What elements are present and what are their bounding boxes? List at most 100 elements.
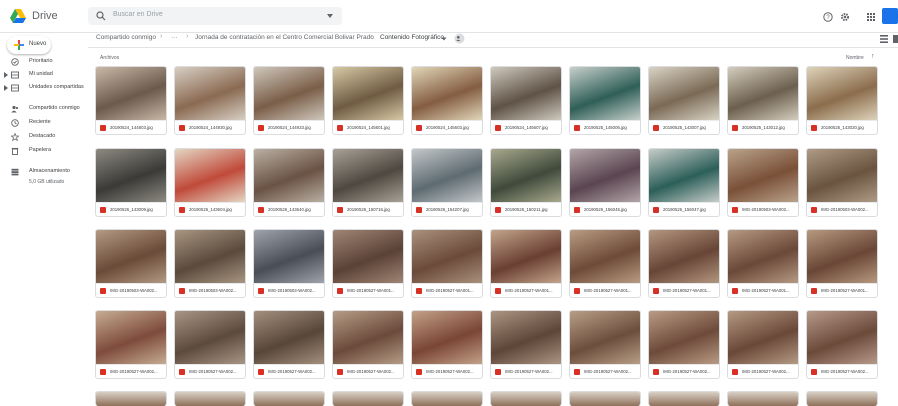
expand-caret-icon[interactable]	[4, 85, 8, 91]
breadcrumb-shared-with-me[interactable]: Compartido conmigo	[96, 34, 156, 41]
photo-thumbnail	[254, 392, 324, 406]
chevron-down-icon[interactable]	[441, 36, 447, 42]
file-tile[interactable]: IMG-20190527-WA002...	[648, 310, 720, 379]
shared-folder-icon[interactable]	[454, 33, 465, 44]
file-caption: IMG-20190527-WA001...	[807, 283, 877, 297]
file-tile[interactable]	[490, 391, 562, 406]
photo-thumbnail	[570, 67, 640, 120]
file-tile[interactable]: IMG-20190527-WA001...	[490, 229, 562, 298]
file-caption: 20190526_143009.jpg	[96, 202, 166, 216]
sidebar-item-priority[interactable]: Prioritario	[0, 56, 88, 68]
file-tile[interactable]: 20190524_145603.jpg	[411, 66, 483, 135]
file-tile[interactable]	[648, 391, 720, 406]
info-icon[interactable]	[893, 35, 898, 43]
help-icon[interactable]: ?	[823, 12, 833, 22]
file-name: 20190524_145607.jpg	[505, 125, 548, 130]
file-tile[interactable]	[727, 391, 799, 406]
file-tile[interactable]: IMG-20190527-WA002...	[95, 310, 167, 379]
file-tile[interactable]: IMG-20190527-WA002...	[727, 310, 799, 379]
file-tile[interactable]: 20190526_150716.jpg	[332, 148, 404, 217]
search-icon[interactable]	[96, 11, 106, 21]
file-name: 20190526_143640.jpg	[268, 207, 311, 212]
file-tile[interactable]: IMG-20190527-WA002...	[411, 310, 483, 379]
file-tile[interactable]: IMG-20190527-WA002...	[174, 310, 246, 379]
file-tile[interactable]: 20190525_143007.jpg	[648, 66, 720, 135]
sort-direction-icon[interactable]: ↑	[871, 53, 875, 60]
sidebar-item-recent[interactable]: Reciente	[0, 117, 88, 129]
file-tile[interactable]: 20190526_143604.jpg	[174, 148, 246, 217]
expand-caret-icon[interactable]	[4, 72, 8, 78]
photo-thumbnail	[96, 311, 166, 364]
file-tile[interactable]: 20190525_145006.jpg	[569, 66, 641, 135]
file-tile[interactable]: 20190525_143020.jpg	[806, 66, 878, 135]
file-caption: IMG-20190503-WA002...	[728, 202, 798, 216]
file-tile[interactable]: 20190526_143640.jpg	[253, 148, 325, 217]
search-input[interactable]: Buscar en Drive	[113, 11, 163, 18]
file-tile[interactable]	[806, 391, 878, 406]
sidebar-item-shared-with-me[interactable]: Compartido conmigo	[0, 103, 88, 115]
file-tile[interactable]: 20190524_145607.jpg	[490, 66, 562, 135]
file-tile[interactable]: IMG-20190503-WA002...	[806, 148, 878, 217]
file-tile[interactable]: IMG-20190527-WA001...	[727, 229, 799, 298]
file-tile[interactable]: 20190524_144930.jpg	[174, 66, 246, 135]
sidebar-item-my-drive[interactable]: Mi unidad	[0, 69, 88, 81]
search-options-icon[interactable]	[326, 12, 334, 20]
image-file-icon	[337, 125, 343, 131]
apps-grid-icon[interactable]	[866, 12, 876, 22]
sidebar-item-starred[interactable]: Destacado	[0, 131, 88, 143]
file-tile[interactable]: 20190526_143009.jpg	[95, 148, 167, 217]
file-tile[interactable]: 20190524_144803.jpg	[95, 66, 167, 135]
search-bar[interactable]: Buscar en Drive	[88, 7, 342, 25]
file-tile[interactable]: IMG-20190503-WA002...	[174, 229, 246, 298]
file-tile[interactable]: 20190526_156045.jpg	[569, 148, 641, 217]
file-tile[interactable]	[253, 391, 325, 406]
breadcrumb-current-folder[interactable]: Contenido Fotográfico	[380, 34, 444, 41]
breadcrumb-more[interactable]: ···	[171, 34, 178, 41]
file-tile[interactable]: 20190526_156047.jpg	[648, 148, 720, 217]
file-tile[interactable]: IMG-20190527-WA001...	[806, 229, 878, 298]
file-tile[interactable]: IMG-20190527-WA002...	[332, 310, 404, 379]
file-tile[interactable]: 20190526_150211.jpg	[490, 148, 562, 217]
image-file-icon	[100, 288, 106, 294]
file-tile[interactable]	[95, 391, 167, 406]
file-tile[interactable]: IMG-20190503-WA002...	[253, 229, 325, 298]
file-caption: IMG-20190527-WA001...	[333, 283, 403, 297]
image-file-icon	[179, 125, 185, 131]
file-tile[interactable]: IMG-20190527-WA002...	[569, 310, 641, 379]
file-tile[interactable]	[569, 391, 641, 406]
file-tile[interactable]: IMG-20190527-WA001...	[648, 229, 720, 298]
settings-gear-icon[interactable]	[840, 12, 850, 22]
image-file-icon	[258, 207, 264, 213]
file-tile[interactable]: 20190524_144933.jpg	[253, 66, 325, 135]
file-tile[interactable]: 20190525_143012.jpg	[727, 66, 799, 135]
sidebar-item-shared-drives[interactable]: Unidades compartidas	[0, 82, 88, 94]
sidebar-item-trash[interactable]: Papelera	[0, 145, 88, 157]
sidebar-item-storage[interactable]: Almacenamiento	[0, 166, 88, 178]
file-tile[interactable]: IMG-20190527-WA002...	[253, 310, 325, 379]
drive-logo-icon[interactable]	[10, 9, 26, 23]
file-tile[interactable]	[411, 391, 483, 406]
file-name: IMG-20190527-WA001...	[426, 288, 474, 293]
file-tile[interactable]: IMG-20190527-WA001...	[569, 229, 641, 298]
file-tile[interactable]: IMG-20190527-WA001...	[411, 229, 483, 298]
file-tile[interactable]: IMG-20190527-WA002...	[490, 310, 562, 379]
file-tile[interactable]: 20190526_154207.jpg	[411, 148, 483, 217]
file-caption: IMG-20190527-WA002...	[570, 364, 640, 378]
photo-thumbnail	[728, 149, 798, 202]
breadcrumb-folder-jornada[interactable]: Jornada de contratación en el Centro Com…	[195, 34, 374, 41]
photo-thumbnail	[254, 230, 324, 283]
file-tile[interactable]: IMG-20190527-WA002...	[806, 310, 878, 379]
file-tile[interactable]: IMG-20190503-WA002...	[95, 229, 167, 298]
file-tile[interactable]: 20190524_145601.jpg	[332, 66, 404, 135]
file-name: 20190524_145603.jpg	[426, 125, 469, 130]
sort-by-button[interactable]: Nombre	[846, 55, 864, 61]
app-title[interactable]: Drive	[32, 10, 58, 22]
account-avatar[interactable]	[882, 8, 898, 24]
file-tile[interactable]	[332, 391, 404, 406]
list-view-icon[interactable]	[880, 35, 888, 43]
sidebar-item-label: Reciente	[29, 119, 51, 125]
file-tile[interactable]: IMG-20190503-WA002...	[727, 148, 799, 217]
file-tile[interactable]	[174, 391, 246, 406]
new-button[interactable]: Nuevo	[7, 36, 51, 54]
file-tile[interactable]: IMG-20190527-WA001...	[332, 229, 404, 298]
